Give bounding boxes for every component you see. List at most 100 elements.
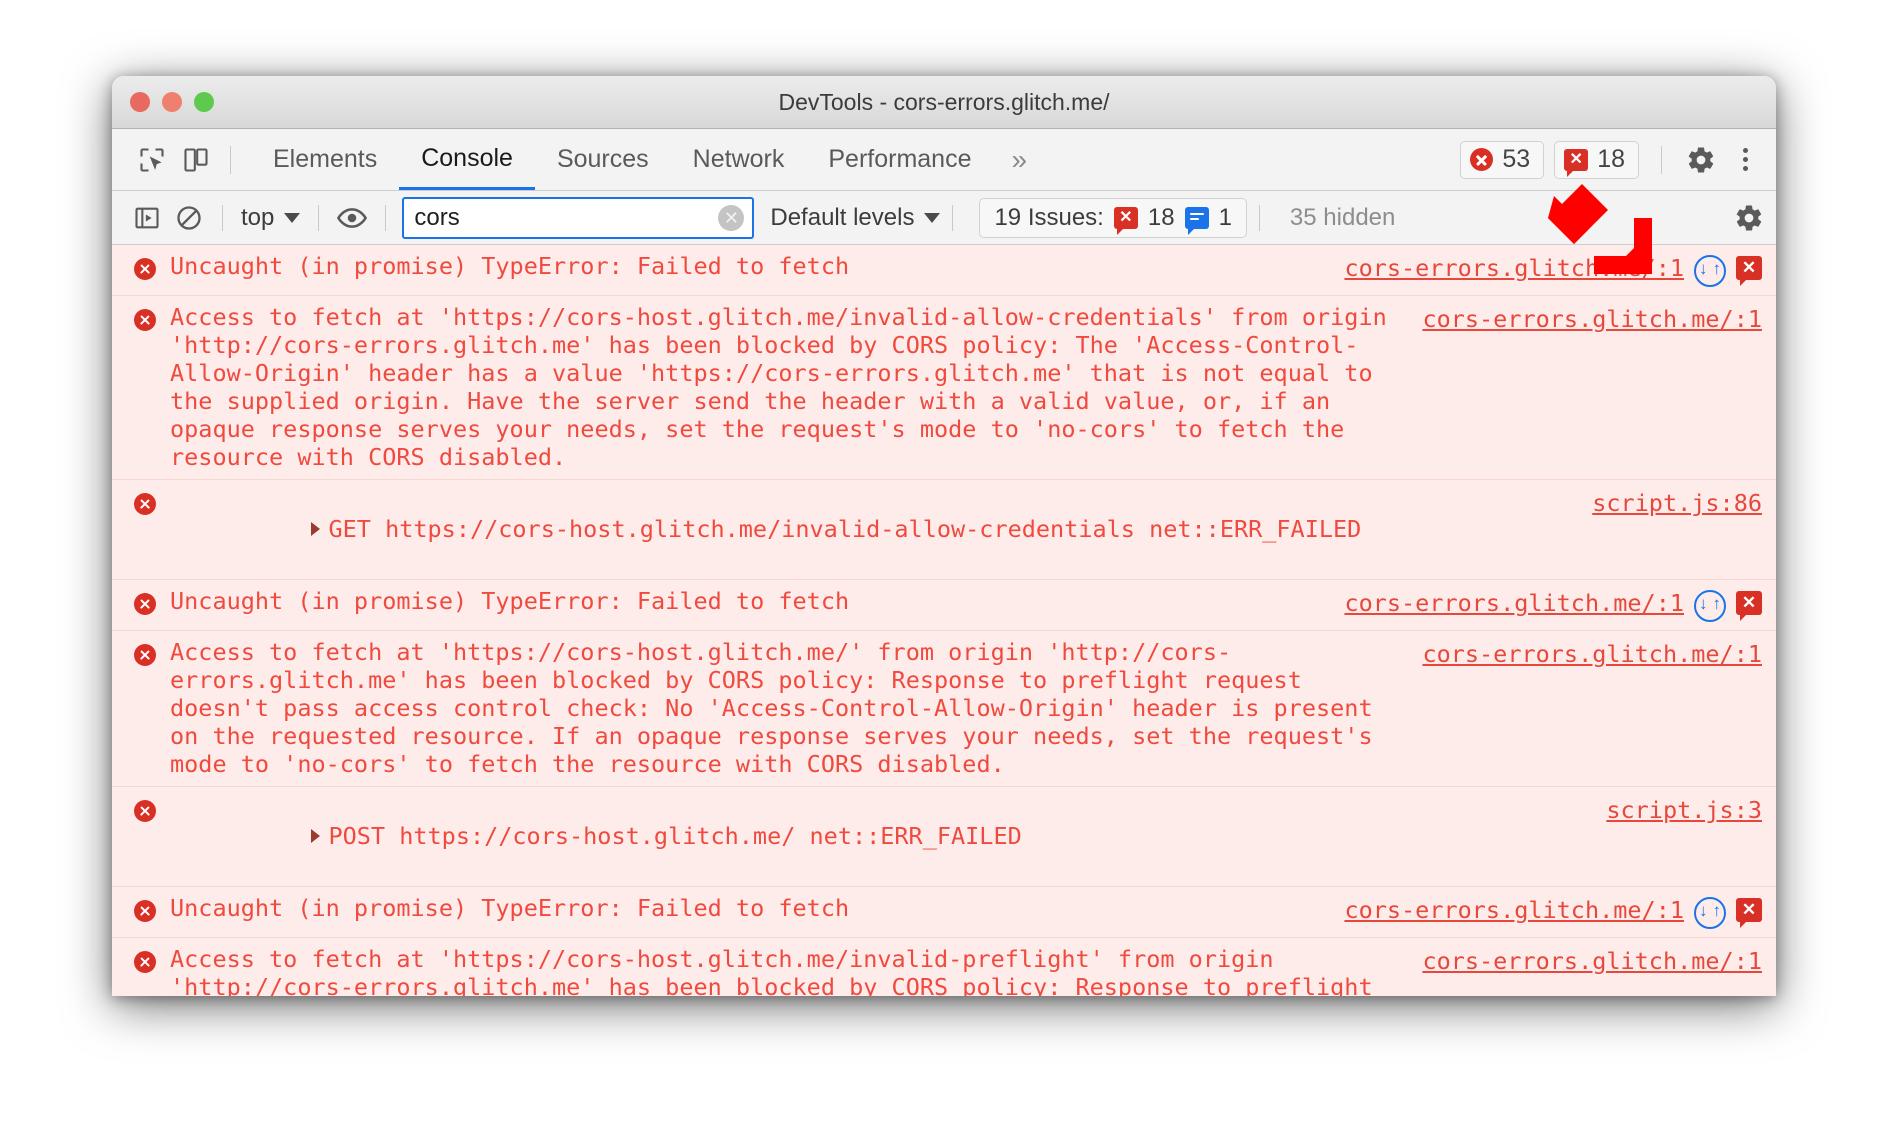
error-count-badge[interactable]: 53 <box>1460 140 1545 179</box>
window-traffic-lights <box>130 92 214 112</box>
search-input[interactable] <box>402 196 755 239</box>
source-link[interactable]: script.js:86 <box>1592 489 1762 517</box>
console-message-row[interactable]: Uncaught (in promise) TypeError: Failed … <box>112 580 1776 631</box>
execution-context-select[interactable]: top <box>235 204 306 232</box>
gear-icon[interactable] <box>1684 143 1718 177</box>
filterbar-divider-3 <box>385 204 387 231</box>
tab-performance[interactable]: Performance <box>806 129 993 190</box>
source-link[interactable]: cors-errors.glitch.me/:1 <box>1344 254 1684 282</box>
issue-badge-icon[interactable]: ✕ <box>1736 591 1762 621</box>
clear-console-icon[interactable] <box>168 197 210 239</box>
error-icon <box>134 900 156 922</box>
issues-error-count: 18 <box>1147 203 1175 231</box>
source-link[interactable]: cors-errors.glitch.me/:1 <box>1422 947 1762 975</box>
issue-count-badge[interactable]: ✕ 18 <box>1554 140 1639 179</box>
error-count-value: 53 <box>1502 145 1531 173</box>
console-message-text: Uncaught (in promise) TypeError: Failed … <box>170 894 850 922</box>
tab-sources[interactable]: Sources <box>535 129 671 190</box>
clear-input-icon[interactable]: ✕ <box>718 204 745 231</box>
console-message-meta: script.js:3 <box>1606 794 1762 824</box>
source-link[interactable]: script.js:3 <box>1606 796 1762 824</box>
console-filter-toolbar: top ✕ Default levels 19 I <box>112 191 1776 245</box>
console-message-text: GET https://cors-host.glitch.me/invalid-… <box>170 487 1592 571</box>
console-settings-gear-icon[interactable] <box>1732 201 1766 235</box>
devtools-window: DevTools - cors-errors.glitch.me/ Elemen… <box>112 76 1776 996</box>
network-request-icon[interactable]: ↓ ↑ <box>1694 590 1726 622</box>
tab-console[interactable]: Console <box>399 129 535 190</box>
issues-error-bubble-icon: ✕ <box>1113 206 1138 235</box>
console-message-meta: script.js:86 <box>1592 487 1762 517</box>
kebab-menu-icon[interactable] <box>1728 143 1762 177</box>
console-message-text: Access to fetch at 'https://cors-host.gl… <box>170 945 1373 996</box>
inspect-element-icon[interactable] <box>130 138 174 182</box>
issue-badge-icon[interactable]: ✕ <box>1736 256 1762 286</box>
live-expression-icon[interactable] <box>331 197 373 239</box>
minimize-window-button[interactable] <box>162 92 182 112</box>
filterbar-divider-4 <box>952 204 954 231</box>
error-icon <box>134 593 156 615</box>
error-icon <box>134 644 156 666</box>
tab-elements[interactable]: Elements <box>251 129 399 190</box>
console-message-row[interactable]: Access to fetch at 'https://cors-host.gl… <box>112 296 1776 480</box>
issue-badge-icon[interactable]: ✕ <box>1736 898 1762 928</box>
console-message-row[interactable]: Uncaught (in promise) TypeError: Failed … <box>112 245 1776 296</box>
network-request-icon[interactable]: ↓ ↑ <box>1694 897 1726 929</box>
tabbar-right-cluster: 53 ✕ 18 <box>1460 140 1762 179</box>
log-levels-label: Default levels <box>770 203 915 231</box>
tab-network[interactable]: Network <box>671 129 807 190</box>
device-toolbar-icon[interactable] <box>174 138 218 182</box>
filterbar-right-cluster <box>1732 201 1766 235</box>
source-link[interactable]: cors-errors.glitch.me/:1 <box>1422 640 1762 668</box>
console-sidebar-icon[interactable] <box>126 197 168 239</box>
chevron-down-icon <box>924 212 941 223</box>
source-link[interactable]: cors-errors.glitch.me/:1 <box>1422 305 1762 333</box>
console-message-meta: cors-errors.glitch.me/:1 ↓ ↑ ✕ <box>1344 894 1762 929</box>
console-message-row[interactable]: GET https://cors-host.glitch.me/invalid-… <box>112 480 1776 580</box>
issues-summary-chip[interactable]: 19 Issues: ✕ 18 1 <box>979 197 1247 238</box>
console-message-list[interactable]: Uncaught (in promise) TypeError: Failed … <box>112 245 1776 996</box>
console-message-text: Uncaught (in promise) TypeError: Failed … <box>170 252 850 280</box>
console-message-row[interactable]: POST https://cors-host.glitch.me/ net::E… <box>112 787 1776 887</box>
console-message-meta: cors-errors.glitch.me/:1 <box>1422 303 1762 333</box>
panel-tabs: Elements Console Sources Network Perform… <box>251 129 1045 190</box>
console-message-meta: cors-errors.glitch.me/:1 ↓ ↑ ✕ <box>1344 252 1762 287</box>
issue-count-value: 18 <box>1597 145 1625 173</box>
console-filter-search: ✕ <box>402 196 755 239</box>
source-link[interactable]: cors-errors.glitch.me/:1 <box>1344 896 1684 924</box>
error-icon <box>134 309 156 331</box>
execution-context-label: top <box>241 203 275 231</box>
network-request-icon[interactable]: ↓ ↑ <box>1694 255 1726 287</box>
console-message-text: Access to fetch at 'https://cors-host.gl… <box>170 638 1387 778</box>
console-message-text: Uncaught (in promise) TypeError: Failed … <box>170 587 850 615</box>
zoom-window-button[interactable] <box>194 92 214 112</box>
expand-triangle-icon[interactable] <box>311 828 321 843</box>
error-icon <box>134 800 156 822</box>
console-message-meta: cors-errors.glitch.me/:1 <box>1422 945 1762 975</box>
console-message-row[interactable]: Access to fetch at 'https://cors-host.gl… <box>112 631 1776 787</box>
log-levels-select[interactable]: Default levels <box>770 203 941 232</box>
chevron-down-icon <box>284 212 301 223</box>
error-icon <box>134 951 156 973</box>
console-message-meta: cors-errors.glitch.me/:1 <box>1422 638 1762 668</box>
error-icon <box>134 493 156 515</box>
issues-info-count: 1 <box>1218 203 1232 231</box>
tabbar-right-divider <box>1661 145 1662 174</box>
close-window-button[interactable] <box>130 92 150 112</box>
console-message-label: GET https://cors-host.glitch.me/invalid-… <box>328 515 1362 543</box>
filterbar-divider-5 <box>1258 204 1260 231</box>
issue-bubble-x-icon: ✕ <box>1564 148 1589 177</box>
console-message-row[interactable]: Access to fetch at 'https://cors-host.gl… <box>112 938 1776 996</box>
issues-info-bubble-icon <box>1184 206 1209 235</box>
console-message-meta: cors-errors.glitch.me/:1 ↓ ↑ ✕ <box>1344 587 1762 622</box>
screenshot-root: DevTools - cors-errors.glitch.me/ Elemen… <box>0 0 1888 1144</box>
toolbar-divider <box>230 145 231 174</box>
expand-triangle-icon[interactable] <box>311 521 321 536</box>
issues-label: 19 Issues: <box>994 203 1104 231</box>
console-message-text: Access to fetch at 'https://cors-host.gl… <box>170 303 1401 471</box>
hidden-messages-label: 35 hidden <box>1289 203 1396 231</box>
filterbar-divider-1 <box>222 204 223 231</box>
console-message-row[interactable]: Uncaught (in promise) TypeError: Failed … <box>112 887 1776 938</box>
source-link[interactable]: cors-errors.glitch.me/:1 <box>1344 589 1684 617</box>
more-tabs-button[interactable]: » <box>993 129 1045 190</box>
devtools-tabbar: Elements Console Sources Network Perform… <box>112 129 1776 191</box>
